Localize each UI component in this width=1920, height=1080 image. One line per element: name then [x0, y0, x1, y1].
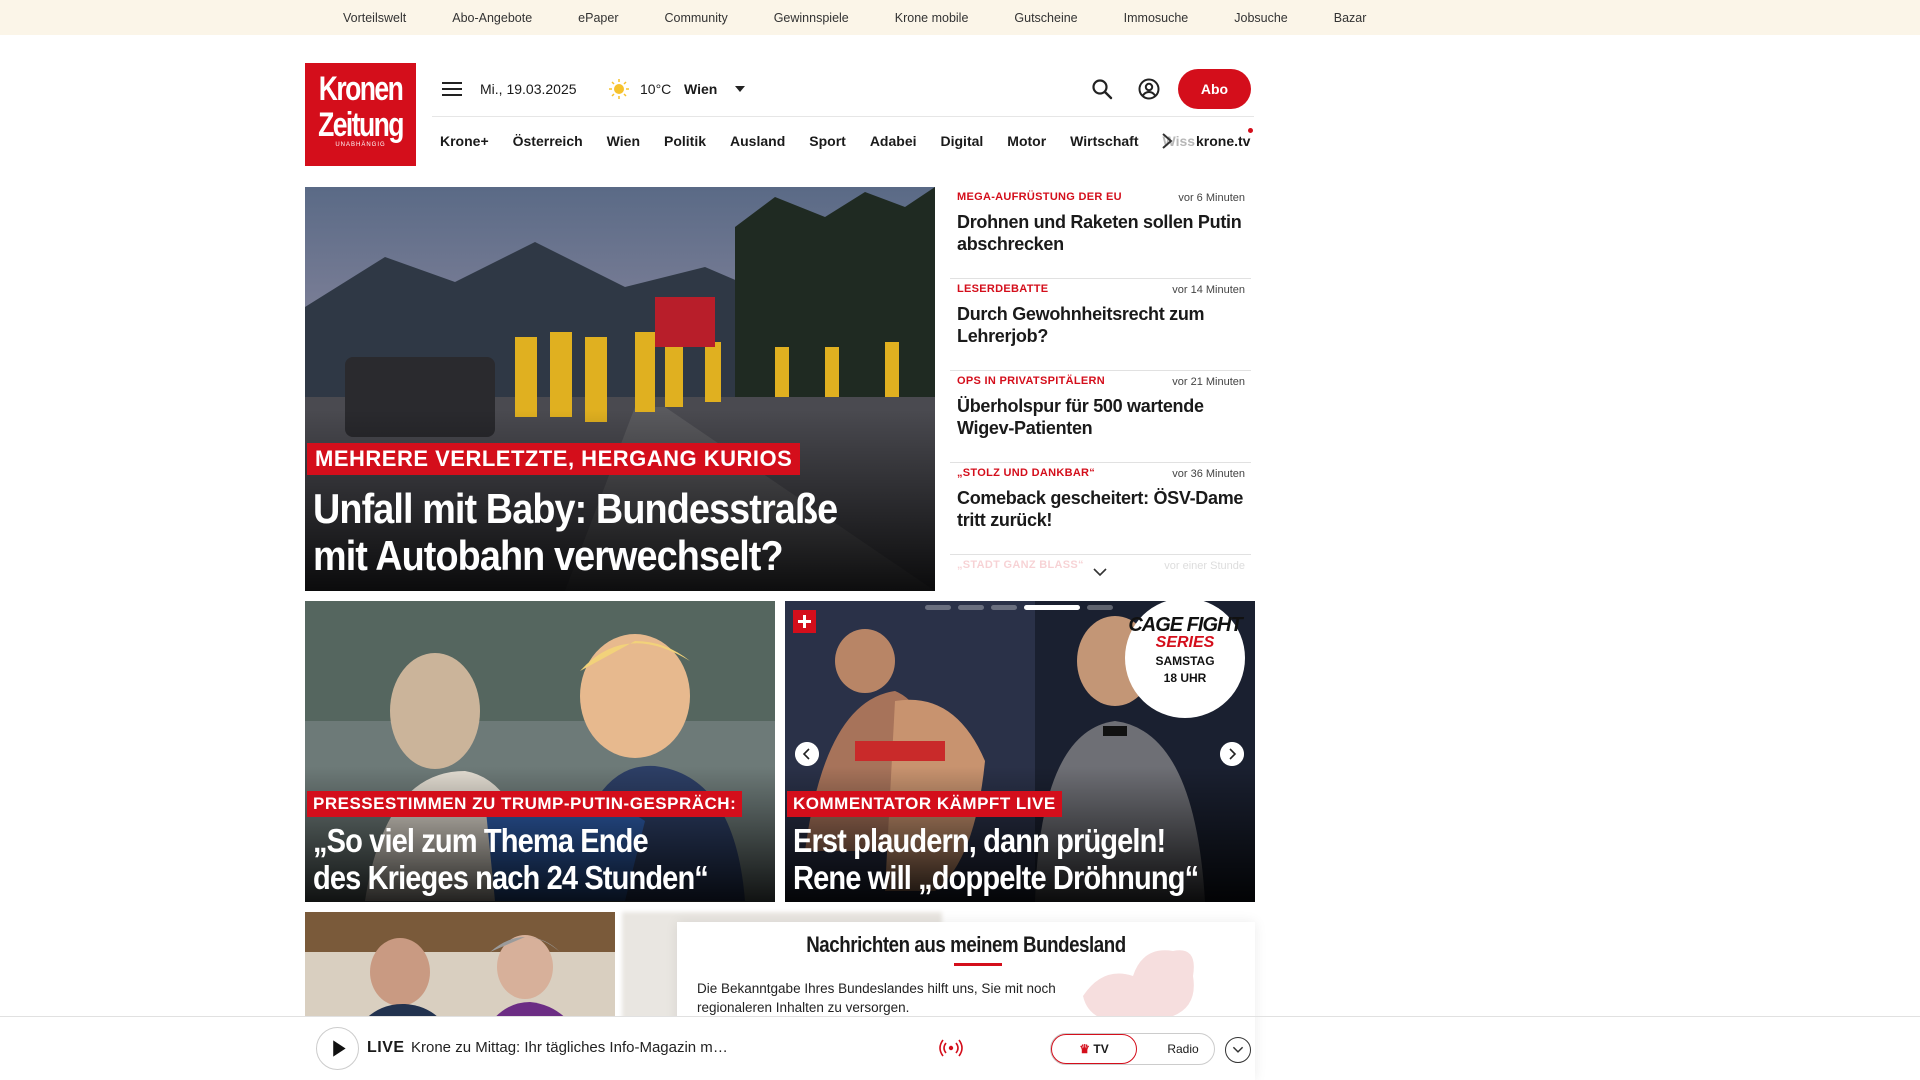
- hero-article[interactable]: MEHRERE VERLETZTE, HERGANG KURIOS Unfall…: [305, 187, 935, 591]
- latest-news-list: MEGA-AUFRÜSTUNG DER EU vor 6 Minuten Dro…: [950, 187, 1251, 577]
- list-item[interactable]: LESERDEBATTE vor 14 Minuten Durch Gewohn…: [950, 279, 1251, 371]
- item-time: vor einer Stunde: [1164, 560, 1245, 572]
- topbar-link-gewinnspiele[interactable]: Gewinnspiele: [774, 11, 849, 25]
- teaser2-kicker: KOMMENTATOR KÄMPFT LIVE: [787, 791, 1062, 817]
- topbar-link-jobsuche[interactable]: Jobsuche: [1234, 11, 1288, 25]
- sun-icon: [609, 79, 629, 99]
- topbar-link-krone-mobile[interactable]: Krone mobile: [895, 11, 969, 25]
- teaser1-kicker: PRESSESTIMMEN ZU TRUMP-PUTIN-GESPRÄCH:: [307, 791, 743, 817]
- topbar-link-epaper[interactable]: ePaper: [578, 11, 618, 25]
- radio-toggle-button[interactable]: Radio: [1151, 1034, 1215, 1064]
- nav-item-ausland[interactable]: Ausland: [730, 133, 785, 149]
- item-time: vor 14 Minuten: [1172, 284, 1245, 296]
- carousel-prev-icon[interactable]: [795, 742, 819, 766]
- teaser2-headline-line2: Rene will „doppelte Dröhnung“: [793, 859, 1199, 896]
- region-title: Nachrichten aus meinem Bundesland: [806, 932, 1126, 957]
- teaser2-headline-line1: Erst plaudern, dann prügeln!: [793, 822, 1166, 859]
- chevron-down-icon[interactable]: [735, 86, 745, 92]
- carousel-dot[interactable]: [958, 605, 984, 610]
- list-item[interactable]: OPS IN PRIVATSPITÄLERN vor 21 Minuten Üb…: [950, 371, 1251, 463]
- item-title: Comeback gescheitert: ÖSV-Dame tritt zur…: [957, 488, 1244, 530]
- kronen-zeitung-logo[interactable]: Kronen Zeitung UNABHÄNGIG: [305, 63, 416, 166]
- topbar-link-bazar[interactable]: Bazar: [1334, 11, 1367, 25]
- badge-line4: 18 UHR: [1163, 671, 1207, 685]
- item-time: vor 6 Minuten: [1178, 192, 1245, 204]
- topbar-link-immosuche[interactable]: Immosuche: [1124, 11, 1189, 25]
- temperature: 10°C: [640, 81, 672, 97]
- item-title: Durch Gewohnheitsrecht zum Lehrerjob?: [957, 304, 1205, 346]
- teaser2-headline[interactable]: Erst plaudern, dann prügeln! Rene will „…: [793, 822, 1199, 896]
- logo-line1: Kronen: [318, 70, 404, 108]
- chevron-right-icon[interactable]: [1160, 131, 1174, 151]
- city-selector[interactable]: Wien: [684, 81, 717, 97]
- nav-item-wirtschaft[interactable]: Wirtschaft: [1070, 133, 1138, 149]
- topbar-link-gutscheine[interactable]: Gutscheine: [1014, 11, 1077, 25]
- teaser1-headline[interactable]: „So viel zum Thema Ende des Krieges nach…: [313, 822, 709, 896]
- nav-item-wien[interactable]: Wien: [607, 133, 640, 149]
- hero-headline-line1: Unfall mit Baby: Bundesstraße: [313, 485, 838, 532]
- nav-item-krone-plus[interactable]: Krone+: [440, 133, 489, 149]
- topbar-link-community[interactable]: Community: [664, 11, 727, 25]
- nav-item-adabei[interactable]: Adabei: [870, 133, 917, 149]
- list-item[interactable]: „STOLZ UND DANKBAR“ vor 36 Minuten Comeb…: [950, 463, 1251, 555]
- item-time: vor 21 Minuten: [1172, 376, 1245, 388]
- cage-fight-badge: CAGE FIGHT SERIES SAMSTAG 18 UHR: [1125, 598, 1245, 718]
- topbar-link-abo-angebote[interactable]: Abo-Angebote: [452, 11, 532, 25]
- tv-radio-toggle[interactable]: ♛ TV Radio: [1050, 1033, 1215, 1065]
- carousel-dot[interactable]: [991, 605, 1017, 610]
- badge-line2: SERIES: [1155, 634, 1215, 651]
- search-icon[interactable]: [1091, 78, 1113, 100]
- hero-kicker: MEHRERE VERLETZTE, HERGANG KURIOS: [307, 443, 801, 475]
- badge-line3: SAMSTAG: [1155, 654, 1215, 668]
- live-title[interactable]: Krone zu Mittag: Ihr tägliches Info-Maga…: [411, 1039, 731, 1056]
- account-icon[interactable]: [1138, 78, 1160, 100]
- badge-line1: CAGE FIGHT: [1128, 614, 1242, 636]
- region-description: Die Bekanntgabe Ihres Bundeslandes hilft…: [697, 981, 1056, 1015]
- hero-headline-line2: mit Autobahn verwechselt?: [313, 532, 784, 579]
- nav-item-sport[interactable]: Sport: [809, 133, 846, 149]
- tv-label: TV: [1093, 1042, 1109, 1056]
- carousel-next-icon[interactable]: [1220, 742, 1244, 766]
- carousel-dot[interactable]: [1087, 605, 1113, 610]
- category-nav: Krone+ Österreich Wien Politik Ausland S…: [440, 133, 1219, 149]
- carousel-dot[interactable]: [925, 605, 951, 610]
- current-date: Mi., 19.03.2025: [480, 81, 577, 97]
- live-player-bar: LIVE Krone zu Mittag: Ihr tägliches Info…: [305, 1016, 1255, 1080]
- topbar-link-vorteilswelt[interactable]: Vorteilswelt: [343, 11, 406, 25]
- crown-icon: ♛: [1079, 1042, 1094, 1056]
- item-title: Überholspur für 500 wartende Wigev-Patie…: [957, 396, 1204, 438]
- list-item[interactable]: MEGA-AUFRÜSTUNG DER EU vor 6 Minuten Dro…: [950, 187, 1251, 279]
- hero-headline[interactable]: Unfall mit Baby: Bundesstraße mit Autoba…: [313, 485, 838, 579]
- nav-item-politik[interactable]: Politik: [664, 133, 706, 149]
- region-title-underline: [954, 963, 1002, 966]
- item-time: vor 36 Minuten: [1172, 468, 1245, 480]
- play-icon[interactable]: [316, 1027, 359, 1070]
- live-label: LIVE: [367, 1039, 405, 1056]
- carousel-dot-active[interactable]: [1024, 605, 1080, 610]
- item-title: Drohnen und Raketen sollen Putin abschre…: [957, 212, 1242, 254]
- carousel-indicators[interactable]: [925, 605, 1113, 610]
- logo-line2: Zeitung: [318, 106, 404, 144]
- chevron-down-icon[interactable]: [1093, 567, 1107, 577]
- abo-button[interactable]: Abo: [1178, 69, 1251, 109]
- top-utility-bar: Vorteilswelt Abo-Angebote ePaper Communi…: [0, 0, 1920, 35]
- teaser1-headline-line2: des Krieges nach 24 Stunden“: [313, 859, 709, 896]
- nav-item-motor[interactable]: Motor: [1007, 133, 1046, 149]
- krone-plus-icon: [793, 610, 816, 633]
- broadcast-icon: [939, 1039, 963, 1057]
- live-dot: [1248, 128, 1253, 133]
- header-divider: [432, 116, 1254, 117]
- nav-item-digital[interactable]: Digital: [941, 133, 984, 149]
- tv-toggle-button[interactable]: ♛ TV: [1051, 1034, 1137, 1064]
- menu-icon[interactable]: [442, 82, 462, 97]
- nav-item-oesterreich[interactable]: Österreich: [513, 133, 583, 149]
- teaser1-headline-line1: „So viel zum Thema Ende: [313, 822, 649, 859]
- krone-tv-link[interactable]: krone.tv: [1196, 133, 1250, 149]
- teaser-article-1[interactable]: PRESSESTIMMEN ZU TRUMP-PUTIN-GESPRÄCH: „…: [305, 601, 775, 902]
- chevron-down-icon[interactable]: [1225, 1037, 1251, 1063]
